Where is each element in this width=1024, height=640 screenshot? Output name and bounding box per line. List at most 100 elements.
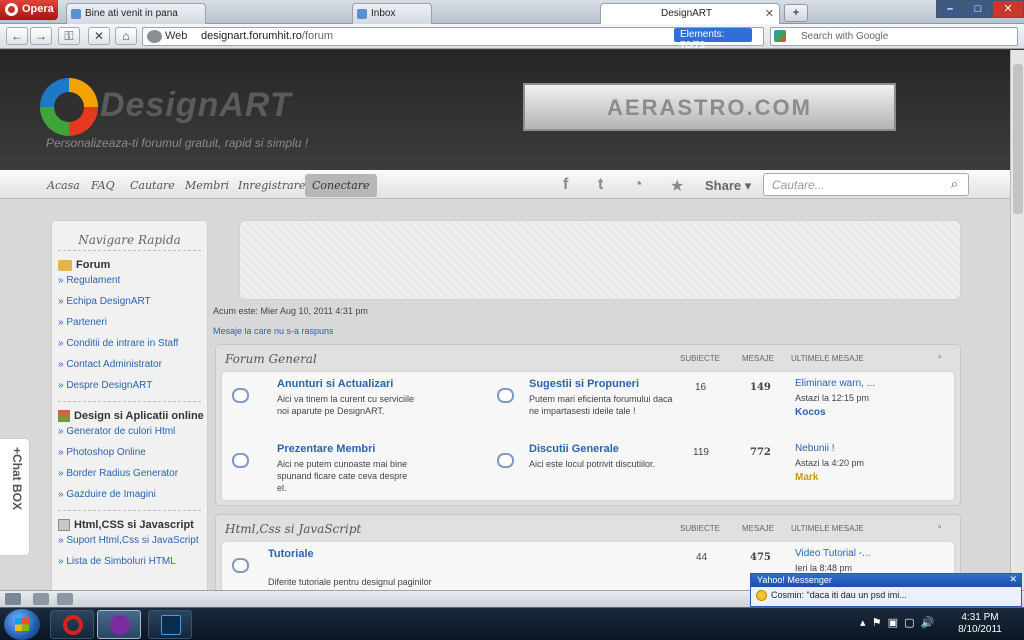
close-icon[interactable]: ✕ (1009, 574, 1017, 585)
menu-cautare[interactable]: Cautare (130, 179, 175, 192)
minimize-button[interactable]: – (936, 0, 964, 18)
sync-icon[interactable] (33, 593, 49, 605)
sidebar-link[interactable]: » Parteneri (58, 317, 207, 330)
post-count: 475 (750, 552, 771, 563)
sidebar-link[interactable]: » Conditii de intrare in Staff (58, 338, 207, 351)
start-button[interactable] (4, 609, 40, 640)
tab-designart[interactable]: DesignART ✕ (600, 3, 780, 24)
forward-button[interactable]: → (30, 27, 52, 45)
home-button[interactable]: ⌂ (115, 27, 137, 45)
sidebar-link[interactable]: » Generator de culori Html (58, 426, 207, 439)
site-search-input[interactable]: Cautare... ⌕ (763, 173, 969, 196)
taskbar-yahoo[interactable] (97, 610, 141, 639)
close-window-button[interactable]: ✕ (992, 0, 1024, 18)
forum-desc: Aici ne putem cunoaste mai bine spunand … (277, 459, 408, 493)
tab-welcome[interactable]: Bine ati venit in pana (66, 3, 206, 24)
site-menu: Acasa FAQ Cautare Membri Inregistrare Co… (0, 170, 1010, 199)
forum-link[interactable]: Anunturi si Actualizari (277, 378, 393, 390)
folder-icon (58, 259, 72, 271)
last-post-link[interactable]: Video Tutorial -... (795, 548, 870, 559)
ad-banner[interactable]: AERASTRO.COM (523, 83, 896, 131)
wand-key-icon[interactable]: ⚿ (58, 27, 80, 45)
forum-link[interactable]: Discutii Generale (529, 443, 619, 455)
sidebar-link[interactable]: » Contact Administrator (58, 359, 207, 372)
collapse-icon[interactable]: ▫ (938, 522, 942, 533)
site-logo-text[interactable]: DesignART (100, 86, 292, 125)
last-post-date: Astazi la 4:20 pm (795, 458, 865, 468)
sidebar-section-html: Html,CSS si Javascript (58, 519, 207, 531)
menu-inregistrare[interactable]: Inregistrare (238, 179, 305, 192)
twitter-icon[interactable]: t (598, 176, 603, 194)
share-button[interactable]: Share ▾ (705, 178, 751, 194)
forum-link[interactable]: Prezentare Membri (277, 443, 375, 455)
ad-placeholder (239, 220, 961, 300)
menu-membri[interactable]: Membri (185, 179, 229, 192)
share-status-icon[interactable] (57, 593, 73, 605)
designart-logo-icon[interactable] (40, 78, 98, 136)
forum-link[interactable]: Sugestii si Propuneri (529, 378, 639, 390)
menu-faq[interactable]: FAQ (91, 179, 115, 192)
google-icon (774, 30, 786, 42)
facebook-icon[interactable]: f (563, 176, 568, 194)
sidebar-link[interactable]: » Photoshop Online (58, 447, 207, 460)
last-post-link[interactable]: Nebunii ! (795, 443, 834, 454)
opera-menu-button[interactable]: Opera (0, 0, 58, 20)
col-posts: MESAJE (742, 354, 775, 363)
panel-toggle-icon[interactable] (5, 593, 21, 605)
post-count: 149 (750, 382, 771, 393)
unanswered-link[interactable]: Mesaje la care nu s-a raspuns (213, 326, 334, 336)
col-last: ULTIMELE MESAJE (791, 354, 864, 363)
sidebar-link[interactable]: » Echipa DesignART (58, 296, 207, 309)
col-last: ULTIMELE MESAJE (791, 524, 864, 533)
quick-nav-sidebar: Navigare Rapida Forum » Regulament » Ech… (51, 220, 208, 590)
sidebar-link[interactable]: » Border Radius Generator (58, 468, 207, 481)
page-scrollbar[interactable] (1010, 50, 1024, 590)
stop-button[interactable]: ✕ (88, 27, 110, 45)
search-engine-field[interactable]: Search with Google (770, 27, 1018, 46)
rss-icon[interactable]: ◔ (633, 176, 643, 194)
category-title[interactable]: Html,Css si JavaScript (225, 522, 361, 536)
scrollbar-thumb[interactable] (1013, 64, 1023, 214)
last-post-user[interactable]: Kocos (795, 407, 826, 418)
category-forum-general: Forum General SUBIECTE MESAJE ULTIMELE M… (215, 344, 961, 506)
address-field[interactable]: Web designart.forumhit.ro/forum (142, 27, 764, 46)
last-post-link[interactable]: Eliminare warn, ... (795, 378, 875, 389)
sidebar-link[interactable]: » Suport Html,Css si JavaScript (58, 535, 207, 548)
sidebar-divider (58, 510, 201, 511)
sidebar-link[interactable]: » Regulament (58, 275, 207, 288)
taskbar-opera[interactable] (50, 610, 94, 639)
forum-link[interactable]: Tutoriale (268, 548, 314, 560)
maximize-button[interactable]: □ (964, 0, 992, 18)
tab-favicon-icon (71, 9, 81, 19)
menu-acasa[interactable]: Acasa (47, 179, 80, 192)
back-button[interactable]: ← (6, 27, 28, 45)
tab-favicon-icon (357, 9, 367, 19)
system-tray[interactable]: ▴ ⚑ ▣ ▢ 🔊 (860, 616, 934, 629)
forum-bubble-icon (232, 388, 249, 403)
chat-box-tab[interactable]: +Chat BOX (0, 438, 30, 556)
last-post-date: Ieri la 8:48 pm (795, 563, 853, 573)
taskbar-clock[interactable]: 4:31 PM 8/10/2011 (955, 612, 1005, 636)
sidebar-link[interactable]: » Despre DesignART (58, 380, 207, 393)
yahoo-messenger-popup[interactable]: Yahoo! Messenger ✕ Cosmin: "daca iti dau … (750, 573, 1022, 607)
current-date: Acum este: Mier Aug 10, 2011 4:31 pm (213, 306, 368, 316)
star-icon[interactable]: ★ (670, 176, 684, 196)
sidebar-section-forum: Forum (58, 259, 207, 271)
tab-close-icon[interactable]: ✕ (765, 7, 774, 20)
sidebar-title: Navigare Rapida (58, 221, 201, 251)
site-tagline: Personalizeaza-ti forumul gratuit, rapid… (46, 136, 309, 150)
tab-inbox[interactable]: Inbox (352, 3, 432, 24)
new-tab-button[interactable]: + (784, 4, 808, 22)
menu-conectare[interactable]: Conectare (305, 174, 377, 197)
search-icon[interactable]: ⌕ (951, 176, 958, 192)
last-post-user[interactable]: Mark (795, 472, 818, 483)
forum-main: Acum este: Mier Aug 10, 2011 4:31 pm Mes… (213, 220, 963, 590)
palette-icon (58, 410, 70, 422)
forum-desc: Aici este locul potrivit discutiilor. (529, 459, 656, 469)
post-count: 772 (750, 447, 771, 458)
taskbar-photoshop[interactable] (148, 610, 192, 639)
category-title[interactable]: Forum General (225, 352, 317, 366)
sidebar-link[interactable]: » Lista de Simboluri HTML (58, 556, 207, 569)
collapse-icon[interactable]: ▫ (938, 352, 942, 363)
sidebar-link[interactable]: » Gazduire de Imagini (58, 489, 207, 502)
